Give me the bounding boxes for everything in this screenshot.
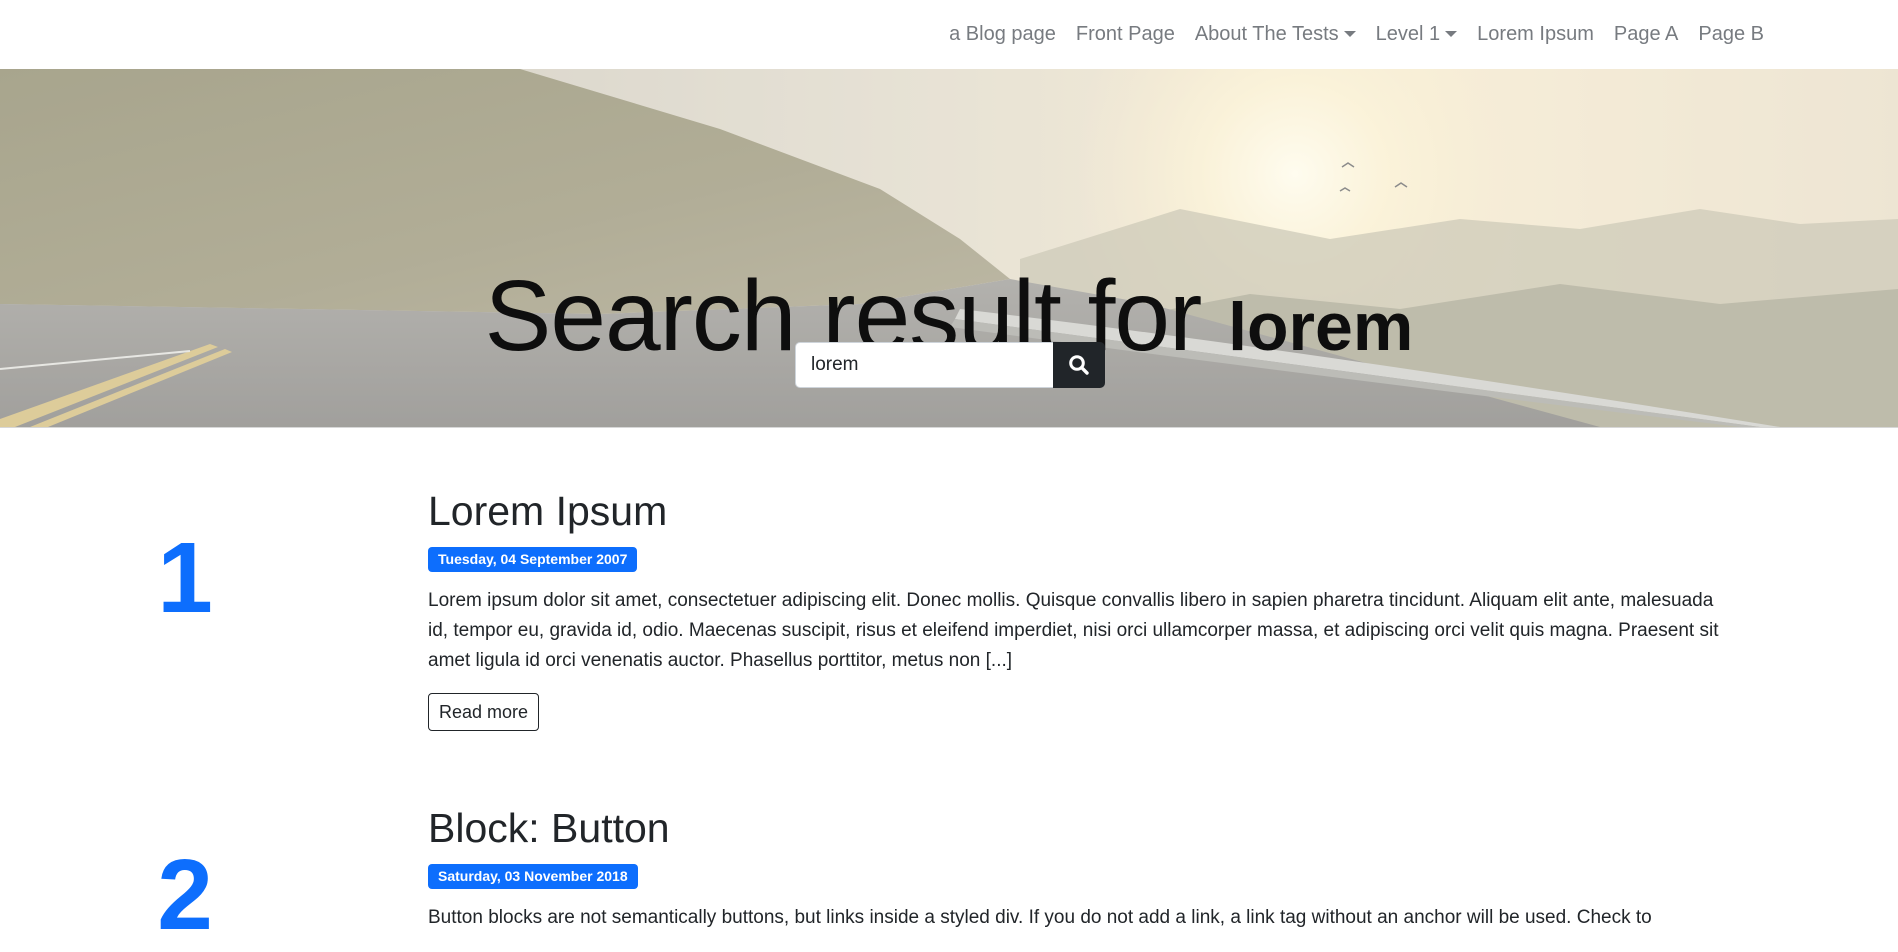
nav-item-label: Level 1	[1375, 23, 1441, 45]
caret-down-icon	[1445, 30, 1458, 37]
date-badge: Tuesday, 04 September 2007	[428, 547, 638, 573]
result-number: 2	[157, 839, 213, 951]
nav-menu: a Blog page Front Page About The Tests L…	[939, 0, 1774, 69]
result-title[interactable]: Block: Button	[428, 805, 1738, 852]
hero-search-term: lorem	[1228, 289, 1414, 365]
nav-item-label: Front Page	[1075, 23, 1175, 45]
read-more-button[interactable]: Read more	[428, 693, 540, 732]
nav-item-label: a Blog page	[949, 23, 1056, 45]
date-badge: Saturday, 03 November 2018	[428, 864, 638, 890]
search-icon	[1069, 355, 1089, 375]
result-excerpt: Lorem ipsum dolor sit amet, consectetuer…	[428, 590, 1719, 672]
search-button[interactable]	[1053, 342, 1105, 388]
nav-item-front-page[interactable]: Front Page	[1066, 23, 1185, 46]
top-navbar: a Blog page Front Page About The Tests L…	[0, 0, 1898, 69]
nav-item-lorem-ipsum[interactable]: Lorem Ipsum	[1467, 23, 1604, 46]
hero-banner: Search result for lorem	[0, 69, 1898, 428]
result-excerpt: Button blocks are not semantically butto…	[428, 907, 1652, 929]
result-number: 1	[157, 522, 213, 634]
nav-item-page-a[interactable]: Page A	[1604, 23, 1689, 46]
nav-item-label: Page A	[1613, 23, 1679, 45]
result-body: Lorem Ipsum Tuesday, 04 September 2007 L…	[428, 488, 1738, 732]
search-input[interactable]	[795, 342, 1053, 388]
result-body: Block: Button Saturday, 03 November 2018…	[428, 805, 1738, 933]
nav-item-label: About The Tests	[1194, 23, 1339, 45]
nav-item-label: Lorem Ipsum	[1477, 23, 1594, 45]
nav-item-about-the-tests[interactable]: About The Tests	[1185, 23, 1366, 46]
nav-item-page-b[interactable]: Page B	[1688, 23, 1774, 46]
nav-item-label: Page B	[1698, 23, 1764, 45]
nav-item-level-1[interactable]: Level 1	[1366, 23, 1468, 46]
result-title[interactable]: Lorem Ipsum	[428, 488, 1738, 535]
search-form	[795, 342, 1105, 388]
nav-item-blog-page[interactable]: a Blog page	[939, 23, 1066, 46]
caret-down-icon	[1343, 30, 1356, 37]
